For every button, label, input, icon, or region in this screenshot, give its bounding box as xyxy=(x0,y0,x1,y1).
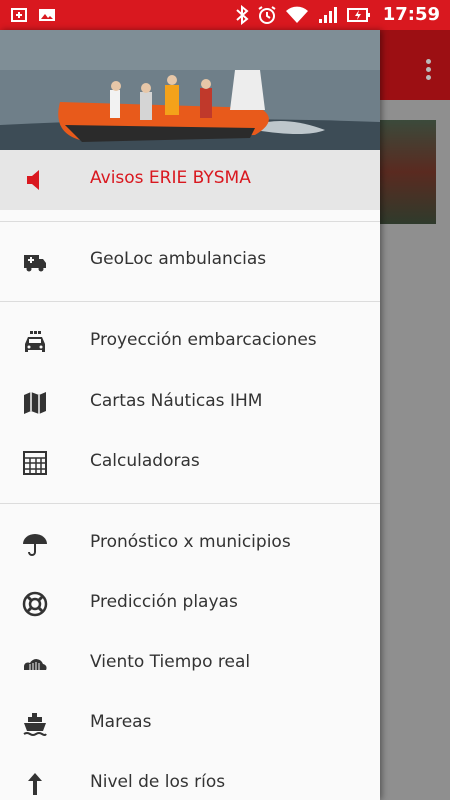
alarm-icon xyxy=(258,5,276,24)
drawer-item-calculadoras[interactable]: Calculadoras xyxy=(0,433,380,493)
drawer-item-geoloc-ambulancias[interactable]: GeoLoc ambulancias xyxy=(0,231,380,291)
content-thumbnail xyxy=(380,120,436,224)
drawer-item-label: Calculadoras xyxy=(90,451,200,471)
bluetooth-icon xyxy=(236,4,249,25)
ambulance-icon xyxy=(22,248,48,274)
cloud-icon xyxy=(22,651,48,677)
calculator-icon xyxy=(22,450,48,476)
drawer-divider xyxy=(0,221,380,222)
wifi-icon xyxy=(285,6,308,23)
usb-icon xyxy=(11,8,27,22)
lifebuoy-icon xyxy=(22,591,48,617)
drawer-divider xyxy=(0,503,380,504)
drawer-item-cartas-nauticas[interactable]: Cartas Náuticas IHM xyxy=(0,373,380,433)
drawer-header-image xyxy=(0,30,380,150)
drawer-item-label: Cartas Náuticas IHM xyxy=(90,391,263,411)
clock: 17:59 xyxy=(382,4,440,25)
drawer-item-prediccion-playas[interactable]: Predicción playas xyxy=(0,574,380,634)
umbrella-icon xyxy=(22,531,48,557)
taxi-icon xyxy=(22,329,48,355)
drawer-item-label: Viento Tiempo real xyxy=(90,652,251,672)
rescue-boat-photo xyxy=(0,30,380,150)
status-bar: 17:59 xyxy=(0,0,450,30)
gallery-icon xyxy=(39,9,55,21)
drawer-item-nivel-rios[interactable]: Nivel de los ríos xyxy=(0,754,380,800)
drawer-item-label: Predicción playas xyxy=(90,592,238,612)
megaphone-icon xyxy=(22,167,48,193)
drawer-item-label: Avisos ERIE BYSMA xyxy=(90,168,251,188)
arrow-up-icon xyxy=(22,771,48,797)
drawer-item-label: Pronóstico x municipios xyxy=(90,532,291,552)
drawer-item-label: Proyección embarcaciones xyxy=(90,330,317,350)
drawer-item-mareas[interactable]: Mareas xyxy=(0,694,380,754)
drawer-item-label: Mareas xyxy=(90,712,152,732)
ship-icon xyxy=(22,711,48,737)
overflow-menu-icon[interactable] xyxy=(424,56,432,83)
drawer-item-viento-tiempo-real[interactable]: Viento Tiempo real xyxy=(0,634,380,694)
drawer-item-pronostico-municipios[interactable]: Pronóstico x municipios xyxy=(0,514,380,574)
signal-icon xyxy=(318,6,337,23)
navigation-drawer: Avisos ERIE BYSMA GeoLoc ambulancias Pro… xyxy=(0,30,380,800)
drawer-divider xyxy=(0,301,380,302)
battery-charging-icon xyxy=(346,7,370,22)
drawer-item-label: Nivel de los ríos xyxy=(90,772,226,792)
drawer-item-label: GeoLoc ambulancias xyxy=(90,249,267,269)
drawer-item-proyeccion-embarcaciones[interactable]: Proyección embarcaciones xyxy=(0,312,380,372)
drawer-item-avisos[interactable]: Avisos ERIE BYSMA xyxy=(0,150,380,210)
map-icon xyxy=(22,390,48,416)
